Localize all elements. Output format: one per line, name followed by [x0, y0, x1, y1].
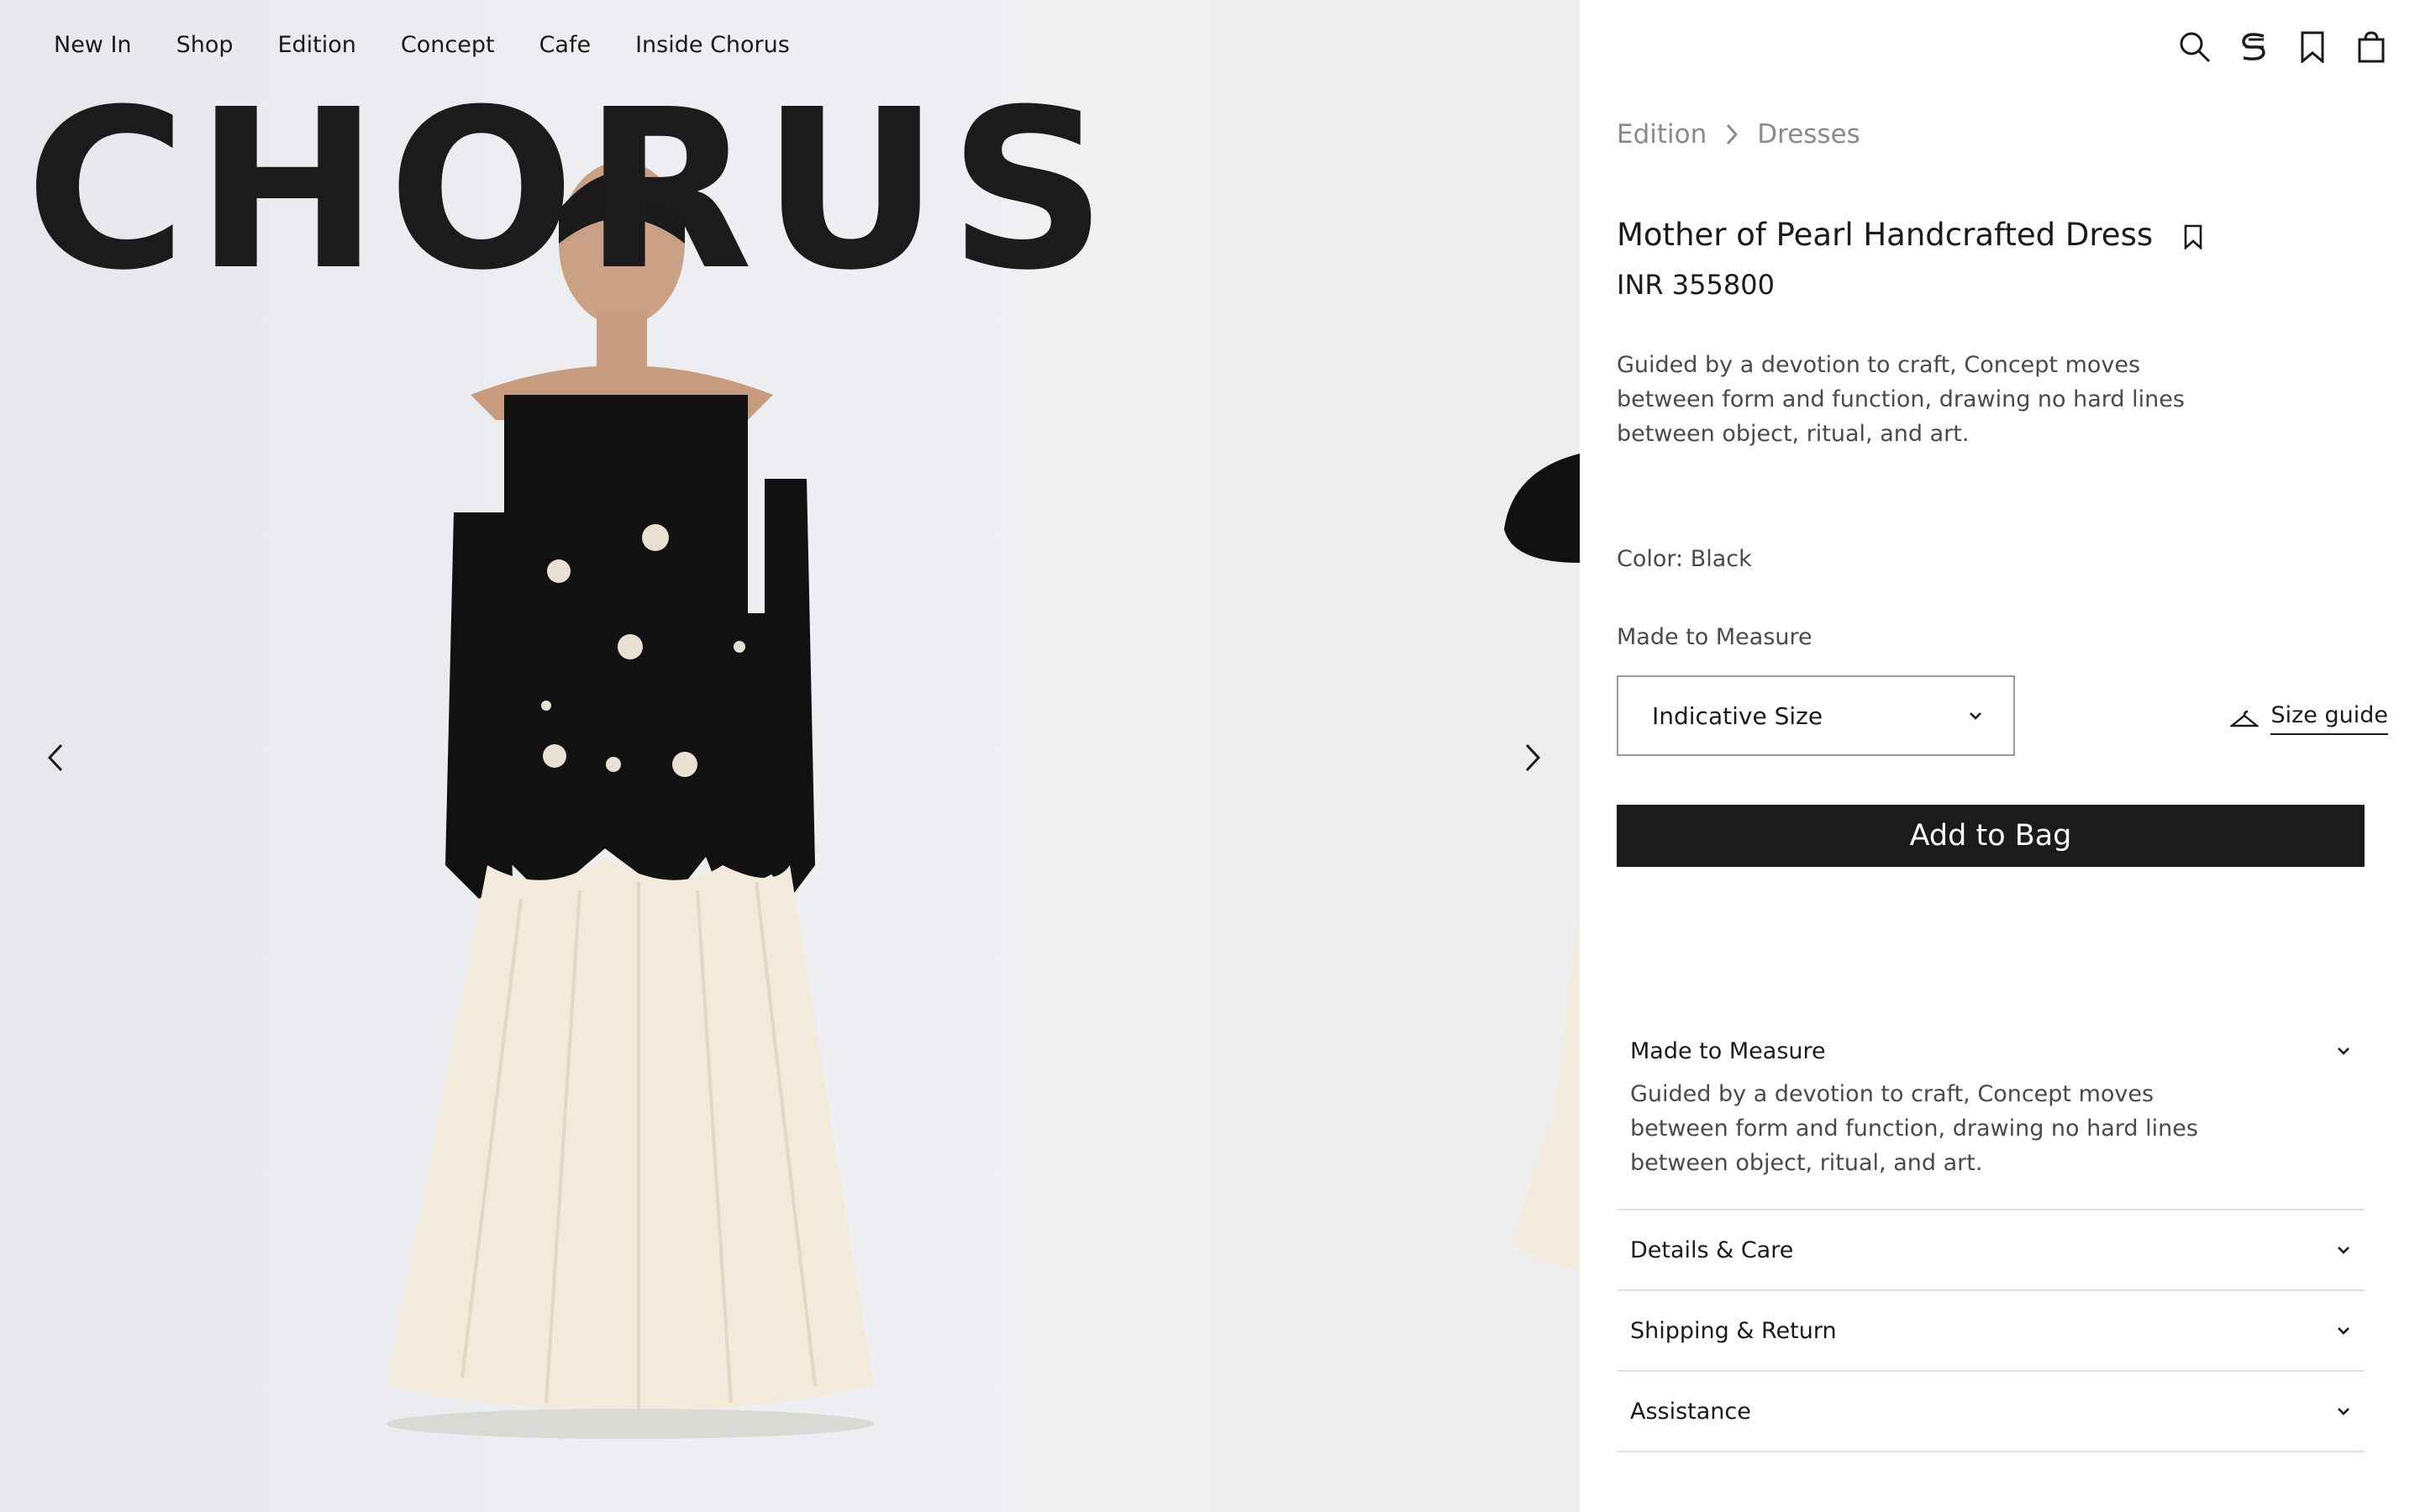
product-photo-side — [1504, 454, 1580, 1268]
accordion-title: Shipping & Return — [1630, 1317, 1837, 1344]
made-to-measure-label: Made to Measure — [1617, 624, 1812, 650]
size-guide-label: Size guide — [2270, 702, 2388, 735]
breadcrumb-dresses[interactable]: Dresses — [1757, 119, 1860, 150]
chevron-right-icon — [1725, 123, 1739, 146]
product-info-accordion: Made to Measure Guided by a devotion to … — [1617, 1025, 2365, 1452]
nav-item-inside-chorus[interactable]: Inside Chorus — [635, 32, 790, 58]
add-to-bag-button[interactable]: Add to Bag — [1617, 805, 2365, 867]
product-image-gallery[interactable]: New In Shop Edition Concept Cafe Inside … — [0, 0, 1580, 1512]
product-description: Guided by a devotion to craft, Concept m… — [1617, 352, 2185, 447]
size-select-value: Indicative Size — [1652, 701, 1823, 730]
chorus-emblem-button[interactable] — [2237, 30, 2270, 64]
chevron-left-icon — [47, 743, 63, 772]
accordion-shipping-return: Shipping & Return — [1617, 1291, 2365, 1372]
shopping-bag-icon — [2358, 31, 2385, 63]
product-title: Mother of Pearl Handcrafted Dress — [1617, 217, 2154, 253]
accordion-assistance: Assistance — [1617, 1372, 2365, 1452]
accordion-header-details-care[interactable]: Details & Care — [1617, 1210, 2365, 1289]
bag-button[interactable] — [2354, 30, 2388, 64]
size-select[interactable]: Indicative Size — [1617, 675, 2015, 756]
nav-item-edition[interactable]: Edition — [277, 32, 355, 58]
accordion-header-assistance[interactable]: Assistance — [1617, 1372, 2365, 1451]
accordion-header-shipping-return[interactable]: Shipping & Return — [1617, 1291, 2365, 1370]
bookmark-icon — [2184, 224, 2202, 249]
accordion-made-to-measure: Made to Measure Guided by a devotion to … — [1617, 1025, 2365, 1210]
size-guide-link[interactable]: Size guide — [2230, 702, 2388, 735]
gallery-next-button[interactable] — [1514, 739, 1551, 776]
accordion-title: Details & Care — [1630, 1236, 1794, 1263]
chorus-emblem-icon — [2242, 33, 2265, 60]
chevron-down-icon — [2338, 1327, 2349, 1335]
accordion-body: Guided by a devotion to craft, Concept m… — [1630, 1081, 2198, 1176]
header-utility-icons — [2178, 30, 2388, 64]
product-photo-model — [387, 161, 874, 1439]
accordion-title: Assistance — [1630, 1398, 1751, 1425]
chevron-down-icon — [2338, 1047, 2349, 1055]
search-button[interactable] — [2178, 30, 2212, 64]
product-details-panel: Edition Dresses Mother of Pearl Handcraf… — [1580, 0, 2420, 1512]
nav-item-concept[interactable]: Concept — [401, 32, 495, 58]
product-price: INR 355800 — [1617, 269, 1775, 301]
chevron-down-icon — [1970, 712, 1981, 720]
breadcrumb: Edition Dresses — [1617, 119, 1860, 150]
chevron-right-icon — [1525, 743, 1541, 772]
chevron-down-icon — [2338, 1408, 2349, 1415]
accordion-header-made-to-measure[interactable]: Made to Measure — [1617, 1025, 2365, 1077]
accordion-title: Made to Measure — [1630, 1037, 1826, 1064]
search-icon — [2180, 32, 2211, 63]
main-navigation: New In Shop Edition Concept Cafe Inside … — [54, 32, 790, 58]
nav-item-shop[interactable]: Shop — [176, 32, 234, 58]
chevron-down-icon — [2338, 1247, 2349, 1254]
accordion-details-care: Details & Care — [1617, 1210, 2365, 1291]
gallery-prev-button[interactable] — [37, 739, 74, 776]
brand-logo[interactable]: CHORUS — [25, 81, 1115, 301]
nav-item-new-in[interactable]: New In — [54, 32, 132, 58]
wishlist-button[interactable] — [2296, 30, 2329, 64]
bookmark-icon — [2301, 31, 2324, 63]
color-label: Color: Black — [1617, 546, 1752, 572]
breadcrumb-edition[interactable]: Edition — [1617, 119, 1707, 150]
nav-item-cafe[interactable]: Cafe — [539, 32, 592, 58]
save-product-button[interactable] — [2178, 220, 2208, 254]
hanger-icon — [2230, 710, 2260, 727]
